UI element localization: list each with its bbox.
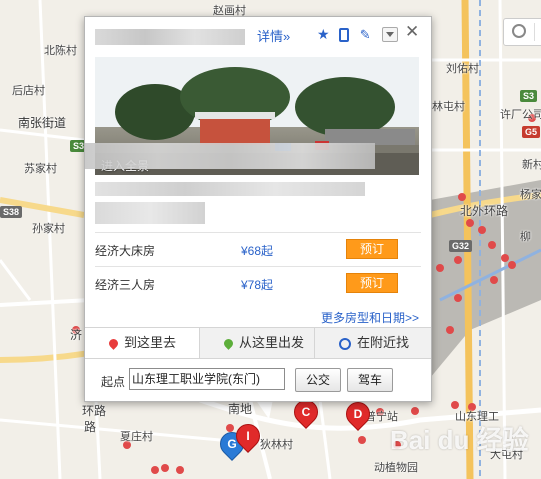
place-label: 夏庄村 [120, 431, 153, 443]
red-pin-icon [107, 337, 120, 350]
place-label: 新村 [522, 159, 541, 171]
watermark: Bai du 经验 [390, 425, 529, 455]
road-label: 南地 [228, 402, 253, 416]
room-price: ¥68起 [241, 244, 274, 258]
start-point-label: 起点 [101, 375, 126, 389]
blurred-text [95, 202, 205, 224]
road-label: 环路 [82, 404, 107, 418]
highway-shield: S3 [520, 90, 538, 102]
road-label: 北外环路 [460, 204, 509, 218]
place-label: 许厂公司 [500, 109, 541, 121]
close-button[interactable]: ✕ [405, 22, 419, 42]
dropdown-icon[interactable] [382, 27, 399, 43]
start-point-input[interactable]: 山东理工职业学院(东门) [129, 368, 285, 390]
book-button[interactable]: 预订 [346, 273, 398, 293]
blurred-address [85, 143, 375, 169]
place-label: 杨家 [520, 189, 541, 201]
popup-header-icons: ★ ✎ [317, 27, 405, 43]
route-tabs: 到这里去 从这里出发 在附近找 [85, 327, 431, 359]
favorite-star-icon[interactable]: ★ [317, 27, 330, 41]
divider [534, 23, 535, 41]
magnifier-icon [339, 337, 351, 350]
phone-icon[interactable] [339, 27, 350, 42]
place-label: 柳 [520, 231, 531, 243]
map-search-widget[interactable] [503, 18, 541, 46]
road-label: 济 [70, 328, 83, 342]
highway-shield: S38 [0, 206, 23, 218]
room-row: 经济大床房 ¥68起 预订 [95, 232, 421, 265]
place-label: 刘佑村 [446, 63, 479, 75]
details-link[interactable]: 详情» [257, 26, 290, 45]
tab-start-here[interactable]: 从这里出发 [200, 328, 315, 358]
room-row: 经济三人房 ¥78起 预订 [95, 266, 421, 299]
place-label: 动植物园 [374, 462, 418, 474]
room-name: 经济大床房 [95, 244, 156, 258]
tab-search-nearby[interactable]: 在附近找 [315, 328, 431, 358]
place-label: 北陈村 [44, 45, 77, 57]
edit-icon[interactable]: ✎ [360, 28, 372, 41]
road-label: 路 [84, 420, 97, 434]
room-name: 经济三人房 [95, 278, 156, 292]
green-pin-icon [222, 337, 235, 350]
highway-shield: G32 [449, 240, 473, 252]
place-label: 苏家村 [24, 163, 57, 175]
highway-shield: G5 [522, 126, 541, 138]
book-button[interactable]: 预订 [346, 239, 398, 259]
tab-go-here[interactable]: 到这里去 [85, 328, 200, 358]
drive-route-button[interactable]: 驾车 [347, 368, 393, 392]
place-label: 林屯村 [432, 101, 465, 113]
popup-pointer [255, 399, 273, 419]
search-icon[interactable] [512, 24, 526, 38]
more-rooms-link[interactable]: 更多房型和日期>> [321, 309, 419, 326]
place-label: 狄林村 [260, 439, 293, 451]
place-label: 南张街道 [18, 116, 67, 130]
place-label: 孙家村 [32, 223, 65, 235]
room-price: ¥78起 [241, 278, 274, 292]
hotel-info-popup: 详情» ★ ✎ ✕ 进入全景 经济大床房 ¥68起 预订 经济三人房 ¥7 [84, 16, 432, 402]
place-label: 后店村 [12, 85, 45, 97]
bus-route-button[interactable]: 公交 [295, 368, 341, 392]
hotel-name-blurred [95, 29, 245, 45]
blurred-text [95, 182, 365, 196]
